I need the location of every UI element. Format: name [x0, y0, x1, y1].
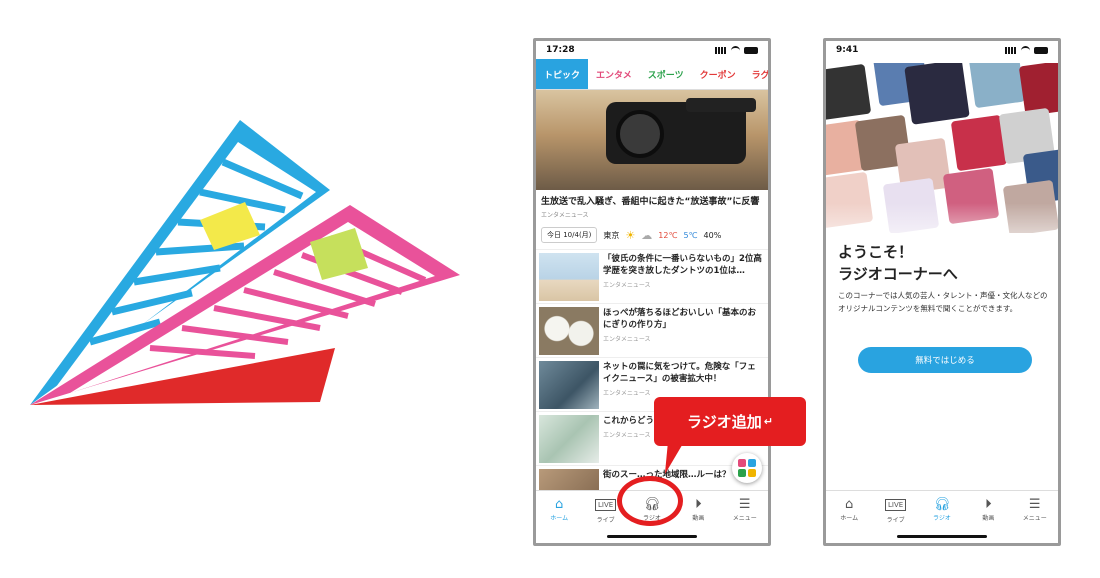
radio-program-collage	[826, 63, 1058, 233]
nav-menu[interactable]: ☰ メニュー	[723, 491, 767, 543]
tab-rugby[interactable]: ラグビー	[744, 59, 768, 89]
weather-rain: 40%	[703, 230, 722, 240]
weather-high: 12℃	[658, 230, 678, 240]
category-tabs: トピック エンタメ スポーツ クーポン ラグビー	[536, 59, 768, 90]
start-free-button[interactable]: 無料ではじめる	[858, 347, 1032, 373]
apps-fab-button[interactable]	[732, 453, 762, 483]
tab-entertainment[interactable]: エンタメ	[588, 59, 640, 89]
home-icon: ⌂	[845, 496, 854, 512]
status-time: 17:28	[546, 45, 575, 55]
return-arrow-icon: ↵	[763, 415, 773, 428]
tab-topic[interactable]: トピック	[536, 59, 589, 89]
weather-low: 5℃	[683, 230, 698, 240]
news-thumbnail	[539, 361, 599, 409]
wifi-icon	[1021, 45, 1030, 55]
menu-icon: ☰	[1028, 496, 1041, 512]
phone-news-screen: 17:28 トピック エンタメ スポーツ クーポン ラグビー 生放送で乱入騒ぎ、…	[533, 38, 771, 546]
status-bar: 9:41	[826, 41, 1058, 59]
nav-home[interactable]: ⌂ ホーム	[827, 491, 871, 543]
signal-icon	[715, 46, 727, 54]
signal-icon	[1005, 46, 1017, 54]
weather-date: 今日 10/4(月)	[541, 227, 598, 243]
sun-icon: ☀	[625, 228, 636, 242]
hero-headline[interactable]: 生放送で乱入騒ぎ、番組中に起きた“放送事故”に反響	[536, 190, 768, 208]
tab-sports[interactable]: スポーツ	[640, 59, 692, 89]
status-time: 9:41	[836, 45, 859, 55]
battery-icon	[1034, 46, 1048, 54]
home-indicator	[607, 535, 697, 538]
home-indicator	[897, 535, 987, 538]
hero-image[interactable]	[536, 90, 768, 190]
play-icon: ⏵	[985, 496, 992, 512]
nav-home[interactable]: ⌂ ホーム	[537, 491, 581, 543]
list-item[interactable]: 「彼氏の条件に一番いらないもの」2位高学歴を突き放したダントツの1位は… エンタメ…	[536, 250, 768, 304]
news-thumbnail	[539, 253, 599, 301]
status-bar: 17:28	[536, 41, 768, 59]
live-icon: LIVE	[884, 499, 907, 511]
news-thumbnail	[539, 415, 599, 463]
welcome-description: このコーナーでは人気の芸人・タレント・声優・文化人などのオリジナルコンテンツを無…	[838, 291, 1048, 313]
news-thumbnail	[539, 307, 599, 355]
battery-icon	[744, 46, 758, 54]
list-item[interactable]: ほっぺが落ちるほどおいしい「基本のおにぎりの作り方」 エンタメニュース	[536, 304, 768, 358]
live-icon: LIVE	[594, 499, 617, 511]
phone-radio-screen: 9:41 ようこそ！ ラジオコーナーへ このコーナーでは人気の芸人・タレント・声…	[823, 38, 1061, 546]
radio-add-callout: ラジオ追加 ↵	[654, 397, 806, 446]
hero-source: エンタメニュース	[541, 212, 589, 219]
bottom-nav: ⌂ ホーム LIVE ライブ 🎧︎ ラジオ ⏵ 動画 ☰ メニュー	[826, 490, 1058, 543]
weather-bar[interactable]: 今日 10/4(月) 東京 ☀ ☁ 12℃ 5℃ 40%	[536, 221, 768, 250]
play-icon: ⏵	[695, 496, 702, 512]
nav-menu[interactable]: ☰ メニュー	[1013, 491, 1057, 543]
menu-icon: ☰	[738, 496, 751, 512]
tab-coupon[interactable]: クーポン	[692, 59, 744, 89]
highlight-ring	[617, 476, 683, 526]
cloud-icon: ☁	[641, 228, 653, 242]
home-icon: ⌂	[555, 496, 564, 512]
app-logo	[30, 120, 460, 405]
weather-city: 東京	[603, 230, 620, 240]
wifi-icon	[731, 45, 740, 55]
welcome-heading: ようこそ！ ラジオコーナーへ	[838, 243, 958, 283]
headphones-icon: 🎧︎	[933, 496, 951, 512]
